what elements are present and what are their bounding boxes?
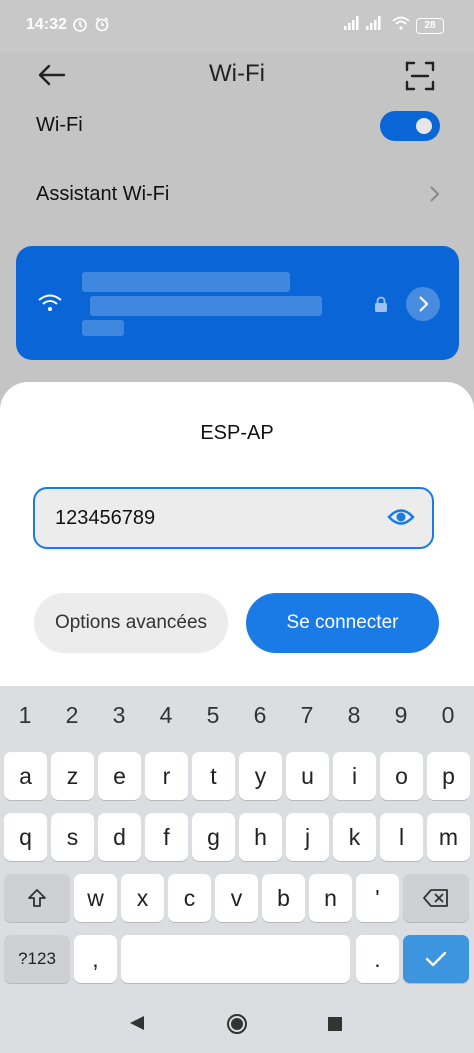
period-key[interactable]: . (356, 935, 399, 983)
key-number[interactable]: 8 (332, 702, 376, 729)
network-name-redacted (82, 272, 290, 292)
enter-key[interactable] (403, 935, 469, 983)
key-number[interactable]: 4 (144, 702, 188, 729)
nav-recents-icon[interactable] (327, 1016, 343, 1037)
key-letter[interactable]: g (192, 813, 235, 861)
key-letter[interactable]: k (333, 813, 376, 861)
password-input[interactable] (53, 489, 377, 548)
network-details-button[interactable] (406, 287, 440, 321)
key-letter[interactable]: t (192, 752, 235, 800)
status-bar: 14:32 28 (0, 0, 474, 52)
eye-icon[interactable] (387, 505, 415, 529)
status-time: 14:32 (26, 16, 67, 33)
comma-key[interactable]: , (74, 935, 117, 983)
wifi-toggle-label: Wi-Fi (36, 114, 83, 136)
space-key[interactable] (121, 935, 350, 983)
key-letter[interactable]: b (262, 874, 305, 922)
symbols-key[interactable]: ?123 (4, 935, 70, 983)
key-letter[interactable]: w (74, 874, 117, 922)
dialog-ssid-title: ESP-AP (200, 422, 274, 444)
toggle-knob (416, 118, 432, 134)
password-field[interactable] (33, 487, 434, 549)
navigation-bar (0, 993, 474, 1053)
key-letter[interactable]: z (51, 752, 94, 800)
advanced-options-button[interactable]: Options avancées (34, 593, 228, 653)
shift-arrow-icon (28, 889, 46, 907)
key-letter[interactable]: n (309, 874, 352, 922)
battery-indicator: 28 (416, 18, 444, 34)
shift-key[interactable] (4, 874, 70, 922)
key-letter[interactable]: p (427, 752, 470, 800)
key-letter[interactable]: i (333, 752, 376, 800)
alarm-icon (94, 16, 110, 35)
key-letter[interactable]: u (286, 752, 329, 800)
key-letter[interactable]: s (51, 813, 94, 861)
backspace-icon (423, 889, 448, 907)
key-letter[interactable]: h (239, 813, 282, 861)
backspace-key[interactable] (403, 874, 469, 922)
chevron-right-icon (424, 184, 444, 204)
wifi-status-icon (392, 16, 410, 33)
key-letter[interactable]: m (427, 813, 470, 861)
key-letter[interactable]: d (98, 813, 141, 861)
key-letter[interactable]: x (121, 874, 164, 922)
key-apostrophe[interactable]: ' (356, 874, 399, 922)
lock-icon (374, 296, 388, 317)
connect-button[interactable]: Se connecter (246, 593, 439, 653)
nav-home-icon[interactable] (226, 1013, 248, 1040)
wifi-toggle[interactable] (380, 111, 440, 141)
key-number[interactable]: 0 (426, 702, 470, 729)
connected-network-card[interactable] (16, 246, 459, 360)
timer-icon (72, 16, 88, 35)
key-number[interactable]: 3 (97, 702, 141, 729)
page-title: Wi-Fi (209, 60, 265, 87)
key-number[interactable]: 2 (50, 702, 94, 729)
checkmark-icon (425, 951, 447, 967)
key-number[interactable]: 1 (3, 702, 47, 729)
signal-icon (344, 16, 362, 33)
nav-back-icon[interactable] (128, 1014, 146, 1037)
wifi-signal-icon (38, 294, 62, 317)
key-letter[interactable]: e (98, 752, 141, 800)
network-status-redacted (90, 296, 322, 316)
key-number[interactable]: 5 (191, 702, 235, 729)
key-letter[interactable]: q (4, 813, 47, 861)
key-number[interactable]: 6 (238, 702, 282, 729)
assistant-wifi-label[interactable]: Assistant Wi-Fi (36, 183, 169, 206)
key-letter[interactable]: a (4, 752, 47, 800)
key-number[interactable]: 7 (285, 702, 329, 729)
signal-2-icon (366, 16, 384, 33)
key-letter[interactable]: v (215, 874, 258, 922)
key-letter[interactable]: f (145, 813, 188, 861)
network-extra-redacted (82, 320, 124, 336)
qr-scan-icon[interactable] (404, 60, 436, 92)
key-letter[interactable]: l (380, 813, 423, 861)
key-number[interactable]: 9 (379, 702, 423, 729)
key-letter[interactable]: o (380, 752, 423, 800)
key-letter[interactable]: c (168, 874, 211, 922)
key-letter[interactable]: r (145, 752, 188, 800)
key-letter[interactable]: y (239, 752, 282, 800)
key-letter[interactable]: j (286, 813, 329, 861)
